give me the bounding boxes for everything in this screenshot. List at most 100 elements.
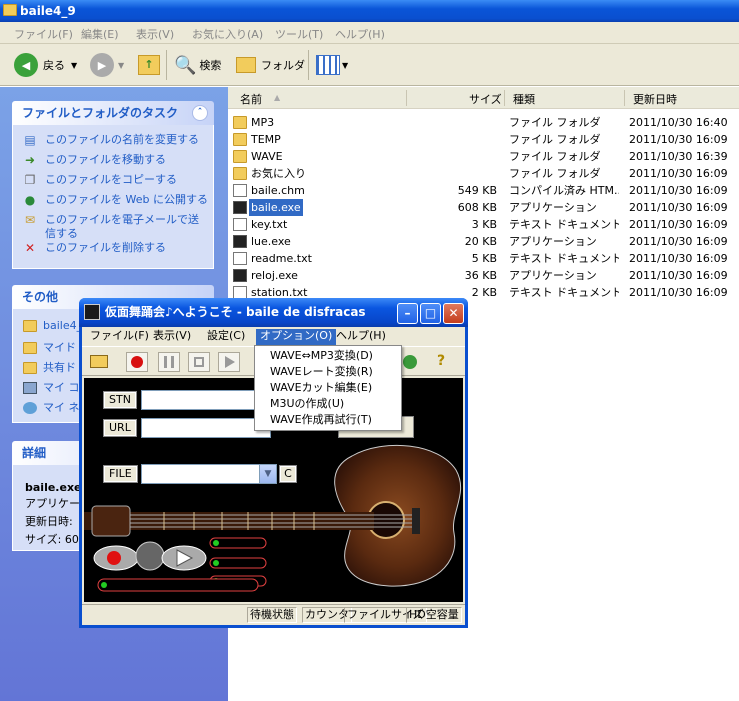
file-type: テキスト ドキュメント	[509, 218, 619, 231]
toolbar-separator	[166, 50, 167, 80]
station-input[interactable]	[141, 390, 271, 410]
column-type[interactable]: 種類	[513, 91, 535, 107]
collapse-icon[interactable]: ˆ	[192, 105, 208, 121]
close-button[interactable]: ✕	[443, 303, 464, 324]
back-button[interactable]: ◀ 戻る ▼	[14, 52, 77, 78]
baile-menu-file[interactable]: ファイル(F)	[86, 329, 153, 345]
tasks-panel-title: ファイルとフォルダのタスク	[22, 106, 179, 120]
text-file-icon	[233, 218, 247, 231]
task-copy[interactable]: ❐ このファイルをコピーする	[23, 173, 208, 187]
folders-button[interactable]: フォルダ	[236, 52, 305, 78]
menu-favorites[interactable]: お気に入り(A)	[192, 26, 263, 42]
up-folder-button[interactable]: ↑	[138, 52, 160, 78]
tasks-panel-header[interactable]: ファイルとフォルダのタスク ˆ	[12, 101, 214, 125]
play-button[interactable]	[218, 352, 240, 372]
record-icon	[131, 356, 143, 368]
file-type: アプリケーション	[509, 201, 597, 214]
baile-menu-settings[interactable]: 設定(C)	[203, 329, 249, 345]
folder-icon	[233, 150, 247, 163]
rename-icon: ▤	[24, 133, 36, 147]
stop-button[interactable]	[188, 352, 210, 372]
record-button[interactable]	[126, 352, 148, 372]
task-email[interactable]: ✉ このファイルを電子メールで送信する	[23, 213, 208, 241]
menu-item-wave-cut-edit[interactable]: WAVEカット編集(E)	[270, 380, 372, 396]
file-row[interactable]: key.txt 3 KB テキスト ドキュメント 2011/10/30 16:09	[228, 216, 739, 233]
maximize-button[interactable]: □	[420, 303, 441, 324]
help-button[interactable]: ?	[430, 352, 452, 372]
file-row[interactable]: reloj.exe 36 KB アプリケーション 2011/10/30 16:09	[228, 267, 739, 284]
c-button[interactable]: C	[279, 465, 297, 483]
task-publish-web[interactable]: ● このファイルを Web に公開する	[23, 193, 208, 207]
dropdown-arrow-icon: ▼	[342, 60, 349, 70]
column-divider[interactable]	[504, 90, 505, 106]
file-size: 20 KB	[464, 235, 497, 248]
folder-icon	[236, 57, 256, 73]
chevron-down-icon[interactable]: ▼	[259, 465, 276, 483]
menu-item-wave-rate-convert[interactable]: WAVEレート変換(R)	[270, 364, 373, 380]
task-delete[interactable]: ✕ このファイルを削除する	[23, 241, 208, 255]
forward-button[interactable]: ▶ ▼	[90, 52, 124, 78]
views-button[interactable]: ▼	[316, 52, 348, 78]
file-type: ファイル フォルダ	[509, 150, 601, 163]
column-name[interactable]: 名前	[240, 91, 262, 107]
search-label: 検索	[199, 59, 222, 72]
baile-menu-view[interactable]: 表示(V)	[149, 329, 195, 345]
menu-file[interactable]: ファイル(F)	[14, 26, 73, 42]
other-item-parent-folder[interactable]: baile4_	[23, 319, 82, 332]
menu-item-wave-mp3-convert[interactable]: WAVE⇔MP3変換(D)	[270, 348, 373, 364]
column-divider[interactable]	[624, 90, 625, 106]
folder-icon	[23, 362, 37, 374]
file-row[interactable]: お気に入り ファイル フォルダ 2011/10/30 16:09	[228, 165, 739, 182]
task-rename[interactable]: ▤ このファイルの名前を変更する	[23, 133, 208, 147]
baile-menu-options[interactable]: オプション(O)	[256, 329, 337, 345]
search-button[interactable]: 🔍 検索	[174, 52, 221, 78]
url-input[interactable]	[141, 418, 271, 438]
file-name: reloj.exe	[251, 269, 298, 282]
file-select[interactable]: ▼	[141, 464, 277, 484]
recycle-button[interactable]	[400, 352, 422, 372]
url-label: URL	[103, 419, 137, 437]
file-row[interactable]: lue.exe 20 KB アプリケーション 2011/10/30 16:09	[228, 233, 739, 250]
search-icon: 🔍	[174, 54, 197, 76]
other-item-shared-documents[interactable]: 共有ド	[23, 359, 76, 375]
column-date[interactable]: 更新日時	[633, 91, 677, 107]
menu-item-create-m3u[interactable]: M3Uの作成(U)	[270, 396, 344, 412]
help-icon: ?	[436, 353, 446, 369]
file-row[interactable]: TEMP ファイル フォルダ 2011/10/30 16:09	[228, 131, 739, 148]
baile-menu-help[interactable]: ヘルプ(H)	[332, 329, 390, 345]
computer-icon	[23, 382, 37, 394]
file-row[interactable]: readme.txt 5 KB テキスト ドキュメント 2011/10/30 16:0…	[228, 250, 739, 267]
menu-item-wave-retry[interactable]: WAVE作成再試行(T)	[270, 412, 372, 428]
menu-tools[interactable]: ツール(T)	[275, 26, 323, 42]
menu-view[interactable]: 表示(V)	[136, 26, 174, 42]
minimize-button[interactable]: –	[397, 303, 418, 324]
other-item-my-documents[interactable]: マイド	[23, 339, 76, 355]
file-row[interactable]: WAVE ファイル フォルダ 2011/10/30 16:39	[228, 148, 739, 165]
file-name: baile.exe	[249, 199, 303, 216]
baile-title: 仮面舞踊会♪へようこそ - baile de disfracas	[105, 305, 366, 319]
task-move[interactable]: ➜ このファイルを移動する	[23, 153, 208, 167]
app-icon	[84, 304, 100, 320]
other-item-my-network[interactable]: マイ ネ	[23, 399, 80, 415]
details-size: サイズ: 608	[25, 533, 86, 546]
file-row[interactable]: baile.chm 549 KB コンパイル済み HTM... 2011/10/30 …	[228, 182, 739, 199]
file-row[interactable]: baile.exe 608 KB アプリケーション 2011/10/30 16:09	[228, 199, 739, 216]
move-icon: ➜	[24, 153, 36, 167]
file-row[interactable]: MP3 ファイル フォルダ 2011/10/30 16:40	[228, 114, 739, 131]
column-size[interactable]: サイズ	[469, 91, 502, 107]
help-file-icon	[233, 184, 247, 197]
app-icon	[233, 201, 247, 214]
menu-help[interactable]: ヘルプ(H)	[335, 26, 385, 42]
file-size: 3 KB	[471, 218, 497, 231]
back-label: 戻る	[43, 59, 65, 72]
tasks-panel-body: ▤ このファイルの名前を変更する ➜ このファイルを移動する ❐ このファイルを…	[12, 125, 214, 269]
open-folder-button[interactable]	[88, 352, 110, 372]
text-file-icon	[233, 252, 247, 265]
menu-edit[interactable]: 編集(E)	[81, 26, 119, 42]
file-date: 2011/10/30 16:09	[629, 218, 728, 231]
dropdown-arrow-icon: ▼	[118, 60, 125, 70]
other-item-my-computer[interactable]: マイ コ	[23, 379, 80, 395]
column-divider[interactable]	[406, 90, 407, 106]
folder-icon	[233, 167, 247, 180]
pause-button[interactable]	[158, 352, 180, 372]
